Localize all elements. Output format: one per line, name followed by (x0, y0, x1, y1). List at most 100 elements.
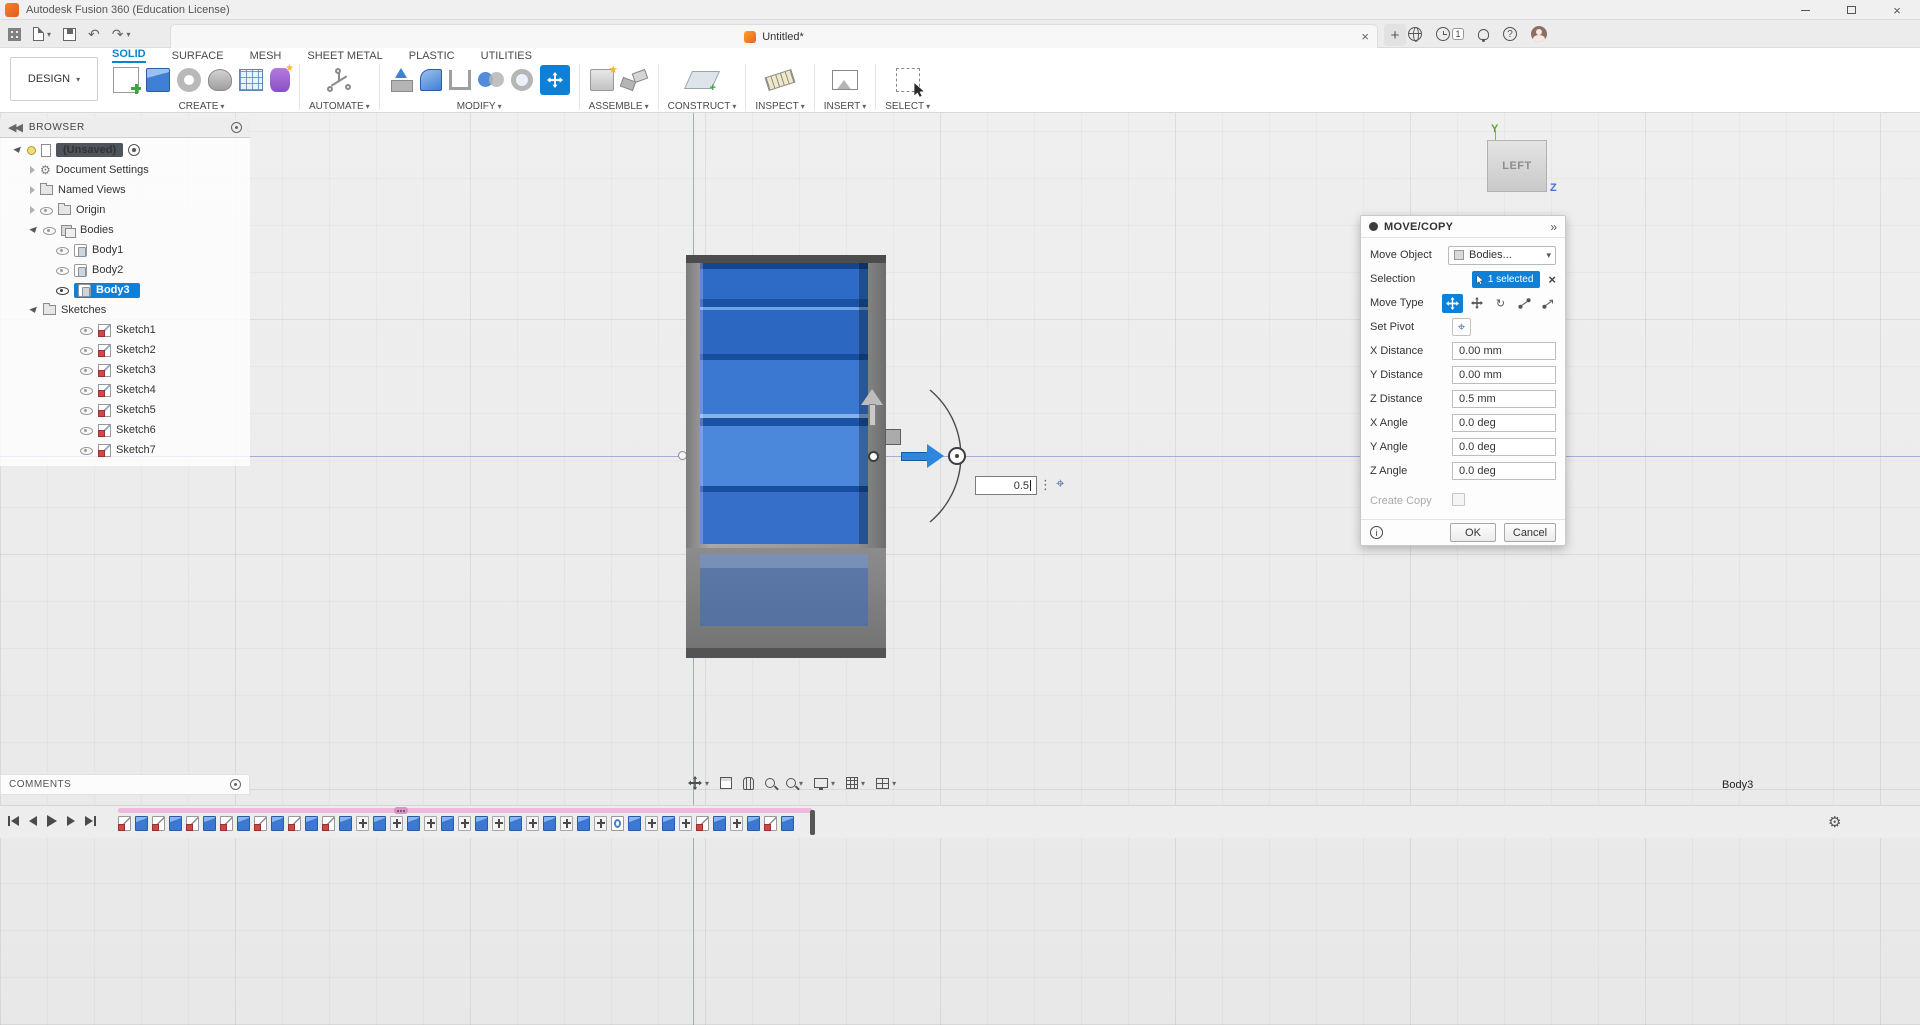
timeline-feature-icon[interactable] (543, 816, 556, 831)
browser-options-icon[interactable] (231, 122, 242, 133)
timeline-feature-icon[interactable] (186, 816, 199, 831)
viewcube-face-label[interactable]: LEFT (1502, 160, 1532, 172)
move-up-arrow-icon[interactable] (861, 389, 883, 405)
create-copy-checkbox[interactable] (1452, 493, 1465, 506)
visibility-eye-icon[interactable] (56, 284, 69, 297)
expand-icon[interactable] (30, 206, 35, 214)
expand-icon[interactable] (30, 166, 35, 174)
visibility-eye-icon[interactable] (80, 404, 93, 417)
comments-bar[interactable]: COMMENTS (0, 774, 250, 795)
timeline-feature-icon[interactable] (203, 816, 216, 831)
group-label-select[interactable]: SELECT (885, 101, 930, 112)
rotate-handle[interactable] (948, 447, 966, 465)
zoom-button[interactable] (765, 778, 776, 788)
group-label-automate[interactable]: AUTOMATE (309, 101, 370, 112)
help-icon[interactable]: ? (1503, 27, 1517, 41)
orbit-button[interactable] (688, 776, 709, 790)
numeric-input[interactable]: 0.5 mm (1452, 390, 1556, 408)
browser-row-document-settings[interactable]: ⚙ Document Settings (0, 160, 250, 180)
timeline-settings-gear-icon[interactable]: ⚙ (1828, 813, 1841, 831)
document-tab[interactable]: Untitled* × (170, 24, 1378, 48)
group-label-insert[interactable]: INSERT (824, 101, 867, 112)
clear-selection-icon[interactable]: × (1548, 272, 1556, 287)
press-pull-icon[interactable] (389, 68, 413, 92)
shell-icon[interactable] (448, 70, 471, 90)
timeline-feature-icon[interactable] (441, 816, 454, 831)
combine-icon[interactable] (477, 70, 504, 90)
pattern-icon[interactable] (239, 69, 263, 91)
timeline-feature-icon[interactable] (288, 816, 301, 831)
move-type-rotate-button[interactable]: ↻ (1490, 294, 1511, 313)
measure-icon[interactable] (764, 69, 796, 91)
group-label-inspect[interactable]: INSPECT (755, 101, 804, 112)
tab-solid[interactable]: SOLID (112, 48, 146, 63)
timeline-feature-icon[interactable] (781, 816, 794, 831)
browser-sketch-row[interactable]: Sketch6 (0, 420, 250, 440)
browser-sketch-row[interactable]: Sketch1 (0, 320, 250, 340)
set-pivot-icon[interactable]: ⌖ (1056, 475, 1064, 492)
fillet-icon[interactable] (419, 69, 442, 91)
group-label-construct[interactable]: CONSTRUCT (668, 101, 737, 112)
timeline-feature-icon[interactable] (747, 816, 760, 831)
browser-row-body3-selected[interactable]: Body3 (0, 280, 250, 300)
timeline-feature-icon[interactable] (169, 816, 182, 831)
visibility-eye-icon[interactable] (56, 244, 69, 257)
timeline-feature-icon[interactable] (526, 816, 539, 831)
maximize-button[interactable] (1828, 0, 1874, 20)
manipulator-center-point[interactable] (868, 451, 879, 462)
undo-button[interactable]: ↶ (88, 26, 100, 43)
sketch-label[interactable]: Sketch6 (116, 424, 156, 436)
sweep-icon[interactable] (208, 69, 232, 91)
move-type-free-button[interactable] (1442, 293, 1463, 313)
visibility-eye-icon[interactable] (40, 204, 53, 217)
create-form-icon[interactable] (270, 63, 294, 92)
go-to-start-button[interactable] (8, 816, 19, 826)
file-menu-button[interactable] (33, 27, 51, 41)
move-z-arrow-stem[interactable] (901, 452, 928, 461)
timeline-feature-icon[interactable] (118, 816, 131, 831)
visibility-eye-icon[interactable] (80, 424, 93, 437)
document-tab-label[interactable]: Untitled* (762, 31, 804, 43)
timeline-feature-icon[interactable] (339, 816, 352, 831)
timeline-feature-icon[interactable] (696, 816, 709, 831)
visibility-eye-icon[interactable] (80, 444, 93, 457)
model-body3-highlight[interactable] (700, 263, 868, 544)
visibility-eye-icon[interactable] (43, 224, 56, 237)
visibility-bulb-icon[interactable] (27, 145, 36, 155)
timeline-feature-icon[interactable] (271, 816, 284, 831)
timeline-feature-icon[interactable] (424, 816, 437, 831)
move-z-arrow-icon[interactable] (927, 444, 944, 468)
browser-row-body2[interactable]: Body2 (0, 260, 250, 280)
timeline-feature-icon[interactable] (713, 816, 726, 831)
numeric-input[interactable]: 0.00 mm (1452, 342, 1556, 360)
timeline-feature-icon[interactable] (509, 816, 522, 831)
browser-root-row[interactable]: (Unsaved) (0, 140, 250, 160)
close-tab-icon[interactable]: × (1361, 29, 1369, 44)
timeline-feature-icon[interactable] (492, 816, 505, 831)
close-button[interactable]: × (1874, 0, 1920, 20)
play-button[interactable] (47, 815, 57, 827)
viewcube[interactable]: LEFT (1487, 140, 1547, 192)
browser-row-body1[interactable]: Body1 (0, 240, 250, 260)
redo-button[interactable]: ↷ (112, 26, 131, 43)
move-up-arrow-stem[interactable] (869, 404, 876, 426)
timeline-playhead[interactable] (810, 810, 815, 835)
group-label-modify[interactable]: MODIFY (457, 101, 502, 112)
expand-icon[interactable] (29, 226, 39, 234)
cabinet-model[interactable] (686, 255, 886, 658)
viewports-button[interactable] (876, 777, 896, 789)
sketch-label[interactable]: Sketch7 (116, 444, 156, 456)
browser-sketch-row[interactable]: Sketch4 (0, 380, 250, 400)
timeline-feature-icon[interactable] (356, 816, 369, 831)
construction-plane-icon[interactable] (683, 71, 720, 89)
group-label-create[interactable]: CREATE (179, 101, 225, 112)
dialog-header[interactable]: MOVE/COPY » (1361, 216, 1565, 238)
new-tab-button[interactable]: + (1384, 24, 1406, 46)
look-at-button[interactable] (720, 777, 733, 789)
timeline-feature-icon[interactable] (560, 816, 573, 831)
timeline-feature-icon[interactable] (764, 816, 777, 831)
timeline-feature-icon[interactable] (135, 816, 148, 831)
activate-document-radio[interactable] (128, 144, 141, 156)
dialog-expand-icon[interactable]: » (1550, 220, 1557, 234)
minimize-button[interactable] (1782, 0, 1828, 20)
